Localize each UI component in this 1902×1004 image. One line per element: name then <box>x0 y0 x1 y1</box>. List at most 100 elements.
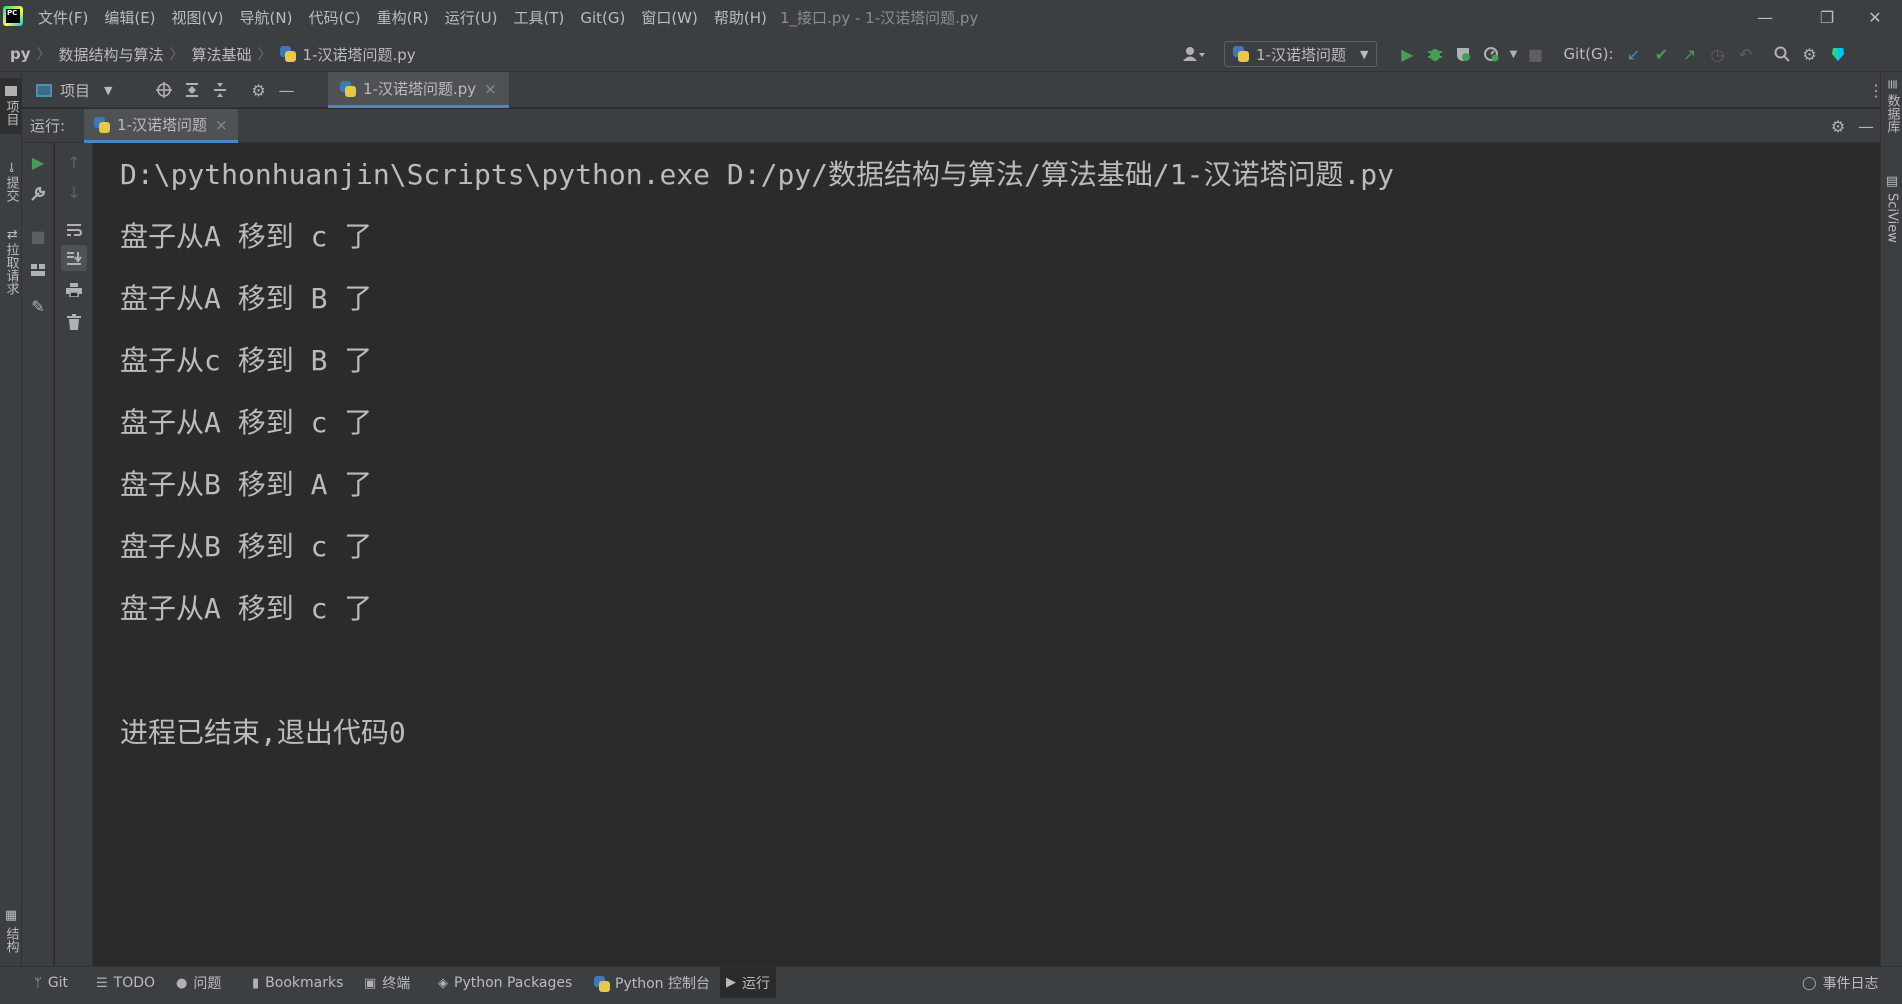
python-console-tool-label: Python 控制台 <box>615 976 710 992</box>
rerun-icon[interactable]: ▶ <box>25 149 51 175</box>
hide-icon[interactable]: — <box>1852 112 1880 140</box>
python-file-icon <box>340 80 356 97</box>
commit-tool-tab[interactable]: ⊸ 提交 <box>0 152 22 212</box>
python-packages-tool-label: Python Packages <box>454 975 573 991</box>
run-icon[interactable]: ▶ <box>1393 40 1421 68</box>
todo-tool-button[interactable]: ☰ TODO <box>90 967 161 999</box>
git-commit-icon[interactable]: ✔ <box>1648 40 1676 68</box>
project-tool-tab[interactable]: 项目 <box>0 78 22 134</box>
profile-icon[interactable] <box>1477 40 1505 68</box>
python-file-icon <box>1233 46 1249 62</box>
menu-code[interactable]: 代码(C) <box>308 0 360 36</box>
menu-git[interactable]: Git(G) <box>580 0 625 36</box>
menu-file[interactable]: 文件(F) <box>38 0 88 36</box>
breadcrumb-project[interactable]: py <box>10 45 31 63</box>
run-console[interactable]: D:\pythonhuanjin\Scripts\python.exe D:/p… <box>94 143 1880 966</box>
history-icon[interactable]: ◷ <box>1704 40 1732 68</box>
pin-icon[interactable]: ✎ <box>25 293 51 319</box>
git-branch-icon: ᛘ <box>34 975 42 991</box>
collapse-all-icon[interactable] <box>206 76 234 104</box>
more-options-icon[interactable]: ⋮ <box>1862 76 1890 104</box>
menu-run[interactable]: 运行(U) <box>445 0 498 36</box>
search-icon[interactable] <box>1768 40 1796 68</box>
layout-icon[interactable] <box>25 257 51 283</box>
scroll-to-end-icon[interactable] <box>61 245 87 271</box>
project-tool-label[interactable]: 项目 <box>60 80 90 101</box>
run-config-label: 1-汉诺塔问题 <box>1256 45 1346 64</box>
python-console-tool-button[interactable]: Python 控制台 <box>588 967 716 999</box>
git-update-icon[interactable]: ↙ <box>1620 40 1648 68</box>
commit-tab-label: 提交 <box>3 176 19 203</box>
main-toolbar: 1-汉诺塔问题 ▼ ▶ ▼ ■ Git(G): ↙ ✔ ↗ ◷ ↶ ⚙ <box>1176 40 1852 68</box>
settings-icon[interactable]: ⚙ <box>244 76 272 104</box>
coverage-icon[interactable] <box>1449 40 1477 68</box>
run-toolbar-secondary: ↑ ↓ <box>55 143 93 966</box>
settings-icon[interactable]: ⚙ <box>1796 40 1824 68</box>
hide-icon[interactable]: — <box>272 76 300 104</box>
menu-tools[interactable]: 工具(T) <box>513 0 564 36</box>
menu-help[interactable]: 帮助(H) <box>714 0 767 36</box>
git-push-icon[interactable]: ↗ <box>1676 40 1704 68</box>
expand-all-icon[interactable] <box>178 76 206 104</box>
soft-wrap-icon[interactable] <box>61 217 87 243</box>
settings-icon[interactable]: ⚙ <box>1824 112 1852 140</box>
bookmarks-tool-button[interactable]: ▮ Bookmarks <box>246 967 349 999</box>
console-output-line: 盘子从A 移到 c 了 <box>120 406 373 439</box>
editor-tab[interactable]: 1-汉诺塔问题.py × <box>328 72 509 108</box>
menu-navigate[interactable]: 导航(N) <box>240 0 293 36</box>
minimize-button[interactable]: — <box>1736 0 1794 36</box>
menu-view[interactable]: 视图(V) <box>172 0 224 36</box>
terminal-tool-button[interactable]: ▣ 终端 <box>358 967 416 999</box>
folder-icon <box>5 86 17 96</box>
trash-icon[interactable] <box>61 309 87 335</box>
main-menu: 文件(F) 编辑(E) 视图(V) 导航(N) 代码(C) 重构(R) 运行(U… <box>38 0 783 36</box>
run-tool-button[interactable]: ▶ 运行 <box>720 967 776 998</box>
stop-icon[interactable]: ■ <box>1521 40 1549 68</box>
git-tool-label: Git <box>47 975 69 991</box>
menu-edit[interactable]: 编辑(E) <box>104 0 155 36</box>
rollback-icon[interactable]: ↶ <box>1732 40 1760 68</box>
todo-tool-label: TODO <box>113 975 156 991</box>
pull-requests-tool-tab[interactable]: ⇅ 拉取请求 <box>0 222 22 302</box>
debug-icon[interactable] <box>1421 40 1449 68</box>
python-packages-tool-button[interactable]: ◈ Python Packages <box>432 967 578 999</box>
menu-refactor[interactable]: 重构(R) <box>377 0 429 36</box>
right-tool-stripe: ≣ 数据库 ▤ SciView <box>1880 72 1902 966</box>
close-icon[interactable]: × <box>215 116 228 134</box>
sciview-icon: ▤ <box>1884 173 1900 189</box>
python-file-icon <box>94 116 110 133</box>
terminal-tool-label: 终端 <box>382 976 411 992</box>
breadcrumb-folder[interactable]: 数据结构与算法 <box>59 44 164 65</box>
editor-tab-label: 1-汉诺塔问题.py <box>363 80 477 98</box>
run-tab[interactable]: 1-汉诺塔问题 × <box>84 109 238 143</box>
arrow-down-icon[interactable]: ↓ <box>61 179 87 205</box>
status-bar <box>0 998 1902 1004</box>
print-icon[interactable] <box>61 277 87 303</box>
chevron-down-icon[interactable]: ▼ <box>104 84 112 97</box>
console-output-line: 盘子从c 移到 B 了 <box>120 344 373 377</box>
problems-tool-label: 问题 <box>193 976 222 992</box>
breadcrumb-subfolder[interactable]: 算法基础 <box>192 44 252 65</box>
arrow-up-icon[interactable]: ↑ <box>61 149 87 175</box>
wrench-icon[interactable] <box>25 181 51 207</box>
menu-window[interactable]: 窗口(W) <box>641 0 698 36</box>
problems-tool-button[interactable]: ● 问题 <box>170 967 227 999</box>
app-logo-icon[interactable]: PC <box>3 6 23 26</box>
plugin-status-icon[interactable] <box>1824 40 1852 68</box>
user-icon[interactable] <box>1176 40 1212 68</box>
run-configuration-select[interactable]: 1-汉诺塔问题 ▼ <box>1224 41 1378 67</box>
sciview-tool-tab[interactable]: ▤ SciView <box>1881 168 1902 248</box>
breadcrumb-file[interactable]: 1-汉诺塔问题.py <box>303 44 416 65</box>
event-log-button[interactable]: ◯ 事件日志 <box>1796 967 1885 999</box>
close-icon[interactable]: × <box>484 80 497 98</box>
structure-tool-tab[interactable]: ▦ 结构 <box>0 900 22 960</box>
terminal-icon: ▣ <box>364 975 377 991</box>
locate-icon[interactable] <box>150 76 178 104</box>
console-output-line: 盘子从A 移到 c 了 <box>120 592 373 625</box>
close-window-button[interactable]: ✕ <box>1846 0 1902 36</box>
chevron-right-icon: 〉 <box>169 47 184 63</box>
git-tool-button[interactable]: ᛘ Git <box>28 967 74 999</box>
stop-icon[interactable]: ■ <box>25 223 51 249</box>
chevron-down-icon[interactable]: ▼ <box>1505 40 1521 68</box>
console-command-line: D:\pythonhuanjin\Scripts\python.exe D:/p… <box>120 158 1395 191</box>
